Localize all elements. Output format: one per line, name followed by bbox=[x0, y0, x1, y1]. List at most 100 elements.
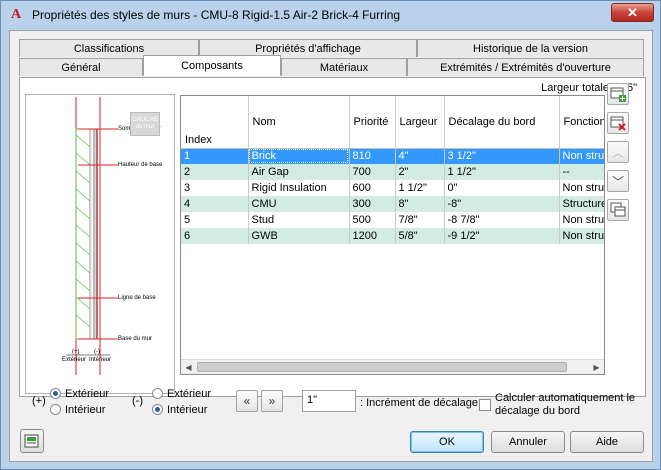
radio-right-exterior[interactable]: Extérieur bbox=[152, 388, 211, 400]
move-up-button[interactable]: ︿ bbox=[607, 141, 629, 163]
close-button[interactable]: ✕ bbox=[611, 3, 654, 22]
chevron-down-icon: ﹀ bbox=[611, 174, 624, 189]
label-int-sign: (-) bbox=[94, 349, 100, 355]
style-browser-icon bbox=[24, 434, 39, 448]
title-bar: A Propriétés des styles de murs - CMU-8 … bbox=[1, 1, 660, 29]
components-panel: Largeur totale: 1'-5" Hauteur de base Li… bbox=[19, 77, 646, 397]
tab-row-front: Général Composants Matériaux Extrémités … bbox=[19, 55, 644, 76]
offset-increment-input[interactable]: 1" bbox=[302, 390, 356, 412]
cell-name[interactable]: Brick bbox=[248, 148, 350, 164]
scroll-right-arrow-icon[interactable]: ▶ bbox=[589, 360, 604, 374]
shift-left-button[interactable]: « bbox=[236, 390, 258, 412]
column-header-width[interactable]: Largeur bbox=[395, 96, 445, 149]
radio-right-interior[interactable]: Intérieur bbox=[152, 404, 207, 416]
cell-name[interactable]: Stud bbox=[248, 212, 350, 228]
tab-version-history[interactable]: Historique de la version bbox=[417, 39, 644, 57]
cell-priority[interactable]: 700 bbox=[349, 164, 396, 180]
cell-name[interactable]: GWB bbox=[248, 228, 350, 244]
cell-index[interactable]: 2 bbox=[181, 164, 249, 180]
column-header-edge-offset[interactable]: Décalage du bord bbox=[444, 96, 560, 149]
table-row[interactable]: 4 CMU 300 8" -8" Structurel bbox=[181, 196, 604, 212]
cell-name[interactable]: CMU bbox=[248, 196, 350, 212]
tab-endcaps[interactable]: Extrémités / Extrémités d'ouverture bbox=[407, 58, 644, 76]
column-header-name[interactable]: Nom bbox=[248, 96, 350, 149]
scroll-left-arrow-icon[interactable]: ◀ bbox=[181, 360, 196, 374]
move-down-button[interactable]: ﹀ bbox=[607, 170, 629, 192]
table-row[interactable]: 3 Rigid Insulation 600 1 1/2" 0" Non str… bbox=[181, 180, 604, 196]
autocad-app-icon: A bbox=[10, 7, 22, 22]
ok-button[interactable]: OK bbox=[410, 431, 484, 453]
window-title: Propriétés des styles de murs - CMU-8 Ri… bbox=[32, 8, 401, 22]
cell-index[interactable]: 1 bbox=[181, 148, 249, 164]
auto-calc-label-line2: décalage du bord bbox=[495, 405, 581, 417]
help-button[interactable]: Aide bbox=[570, 431, 644, 453]
column-header-priority[interactable]: Priorité bbox=[349, 96, 396, 149]
cell-priority[interactable]: 810 bbox=[349, 148, 396, 164]
table-row[interactable]: 6 GWB 1200 5/8" -9 1/2" Non structurel bbox=[181, 228, 604, 244]
cell-function[interactable]: Non structurel bbox=[559, 180, 604, 196]
cell-name[interactable]: Air Gap bbox=[248, 164, 350, 180]
cell-edge-offset[interactable]: 3 1/2" bbox=[444, 148, 560, 164]
label-baseline: Ligne de base bbox=[118, 295, 156, 301]
dialog-window: A Propriétés des styles de murs - CMU-8 … bbox=[0, 0, 661, 470]
components-table: Index Nom Priorité Largeur Décalage du b… bbox=[181, 96, 604, 244]
cell-priority[interactable]: 500 bbox=[349, 212, 396, 228]
table-row[interactable]: 2 Air Gap 700 2" 1 1/2" -- bbox=[181, 164, 604, 180]
cell-priority[interactable]: 300 bbox=[349, 196, 396, 212]
cell-edge-offset[interactable]: -8" bbox=[444, 196, 560, 212]
cell-name[interactable]: Rigid Insulation bbox=[248, 180, 350, 196]
auto-calc-offset-checkbox[interactable] bbox=[479, 399, 491, 411]
delete-row-icon bbox=[610, 116, 626, 131]
cancel-button[interactable]: Annuler bbox=[491, 431, 565, 453]
style-browser-button[interactable] bbox=[20, 429, 44, 453]
cell-width[interactable]: 2" bbox=[395, 164, 445, 180]
tab-components[interactable]: Composants bbox=[143, 55, 281, 76]
double-chevron-left-icon: « bbox=[243, 394, 251, 408]
left-of-wall-icon[interactable]: GAUCHE du mur bbox=[130, 112, 160, 136]
radio-selected-icon bbox=[50, 388, 61, 399]
cell-width[interactable]: 1 1/2" bbox=[395, 180, 445, 196]
cell-priority[interactable]: 1200 bbox=[349, 228, 396, 244]
cell-width[interactable]: 8" bbox=[395, 196, 445, 212]
cell-function[interactable]: Non structurel bbox=[559, 148, 604, 164]
cell-function[interactable]: -- bbox=[559, 164, 604, 180]
table-row[interactable]: 1 Brick 810 4" 3 1/2" Non structurel bbox=[181, 148, 604, 164]
cell-edge-offset[interactable]: -8 7/8" bbox=[444, 212, 560, 228]
horizontal-scrollbar[interactable]: ◀ ▶ bbox=[181, 359, 604, 374]
column-header-function[interactable]: Fonction bbox=[559, 96, 604, 149]
cell-index[interactable]: 5 bbox=[181, 212, 249, 228]
copy-component-button[interactable] bbox=[607, 199, 629, 221]
cell-edge-offset[interactable]: 1 1/2" bbox=[444, 164, 560, 180]
tab-materials[interactable]: Matériaux bbox=[281, 58, 407, 76]
add-component-button[interactable] bbox=[607, 83, 629, 105]
label-exterior: Extérieur bbox=[62, 357, 87, 363]
cell-priority[interactable]: 600 bbox=[349, 180, 396, 196]
cell-index[interactable]: 4 bbox=[181, 196, 249, 212]
double-chevron-right-icon: » bbox=[268, 394, 276, 408]
cell-width[interactable]: 5/8" bbox=[395, 228, 445, 244]
shift-right-button[interactable]: » bbox=[261, 390, 283, 412]
delete-component-button[interactable] bbox=[607, 112, 629, 134]
radio-unselected-icon bbox=[50, 404, 61, 415]
scrollbar-thumb[interactable] bbox=[197, 362, 567, 372]
add-row-icon bbox=[610, 87, 626, 102]
cell-edge-offset[interactable]: 0" bbox=[444, 180, 560, 196]
radio-left-interior[interactable]: Intérieur bbox=[50, 404, 105, 416]
tab-general[interactable]: Général bbox=[19, 58, 143, 76]
cell-index[interactable]: 3 bbox=[181, 180, 249, 196]
column-header-index[interactable]: Index bbox=[181, 96, 249, 149]
cell-width[interactable]: 4" bbox=[395, 148, 445, 164]
label-wall-bottom: Base du mur bbox=[118, 336, 153, 342]
cell-edge-offset[interactable]: -9 1/2" bbox=[444, 228, 560, 244]
cell-index[interactable]: 6 bbox=[181, 228, 249, 244]
chevron-up-icon: ︿ bbox=[611, 145, 624, 160]
radio-left-exterior[interactable]: Extérieur bbox=[50, 388, 109, 400]
wall-section-drawing bbox=[66, 97, 118, 375]
cell-function[interactable]: Non structurel bbox=[559, 212, 604, 228]
cell-function[interactable]: Structurel bbox=[559, 196, 604, 212]
dialog-client: Classifications Propriétés d'affichage H… bbox=[9, 30, 653, 462]
cell-width[interactable]: 7/8" bbox=[395, 212, 445, 228]
cell-function[interactable]: Non structurel bbox=[559, 228, 604, 244]
table-row[interactable]: 5 Stud 500 7/8" -8 7/8" Non structurel bbox=[181, 212, 604, 228]
minus-sign-label: (-) bbox=[132, 395, 143, 407]
